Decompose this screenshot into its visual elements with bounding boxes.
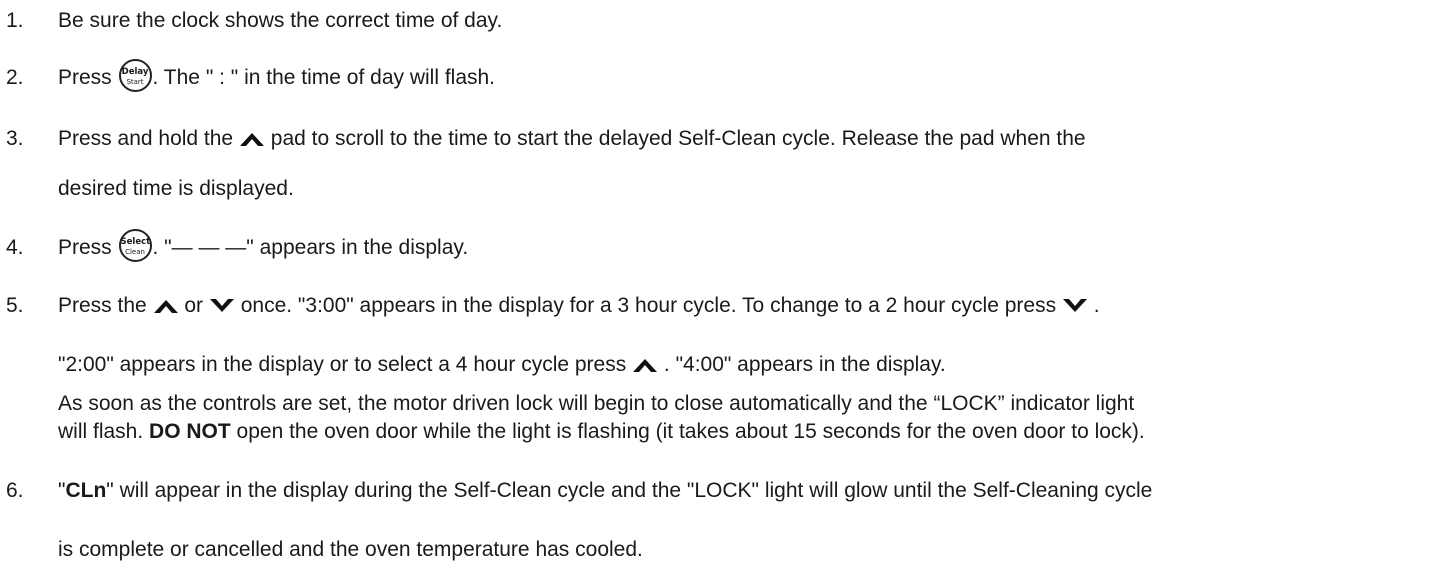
chevron-up-icon	[239, 133, 264, 147]
step-text-part: "2:00" appears in the display or to sele…	[58, 353, 633, 376]
step-text-part: . "4:00" appears in the display.	[658, 353, 946, 376]
step-text-part: once. "3:00" appears in the display for …	[234, 294, 1062, 317]
delay-start-button-icon: Delay Start	[118, 59, 152, 92]
step-text-part: . The " : " in the time of day will flas…	[152, 66, 496, 90]
step-text: Be sure the clock shows the correct time…	[58, 9, 503, 32]
chevron-up-icon	[633, 359, 658, 373]
select-clean-button-icon: Select Clean	[118, 229, 152, 262]
step-text-part: or	[178, 294, 209, 317]
step-text-part: will flash.	[58, 420, 150, 443]
step-text-part: Press the	[58, 294, 153, 317]
step-number: 6.	[6, 479, 24, 502]
step-text-part: open the oven door while the light is fl…	[230, 420, 1145, 443]
step-text-part: pad to scroll to the time to start the d…	[264, 127, 1086, 150]
step-number: 5.	[6, 294, 24, 317]
chevron-down-icon	[209, 299, 234, 313]
icon-label: Delay	[121, 67, 149, 77]
warning-text: DO NOT	[149, 420, 231, 443]
step-text: Press Select Clean. "— — —" appears in th…	[58, 229, 469, 262]
step-text-part: Press	[58, 236, 118, 260]
step-5-line-3: As soon as the controls are set, the mot…	[58, 392, 1135, 415]
step-number: 2.	[6, 66, 24, 89]
chevron-up-icon	[153, 300, 178, 314]
step-5-line-4: will flash. DO NOT open the oven door wh…	[58, 419, 1145, 445]
step-text-part: Press	[58, 66, 118, 90]
step-6-continuation: is complete or cancelled and the oven te…	[58, 538, 643, 561]
icon-label: Select	[120, 237, 151, 247]
step-text: Press the or once. "3:00" appears in the…	[58, 293, 1100, 319]
step-text-part: .	[1087, 294, 1100, 317]
step-5-line-2: "2:00" appears in the display or to sele…	[58, 352, 946, 378]
step-number: 1.	[6, 9, 24, 32]
chevron-down-icon	[1062, 299, 1087, 313]
display-code: CLn	[65, 479, 107, 502]
step-text-part: Press and hold the	[58, 127, 239, 150]
icon-label: Clean	[125, 248, 145, 256]
step-text: "CLn" will appear in the display during …	[58, 478, 1152, 504]
step-text: Press Delay Start. The " : " in the time …	[58, 59, 496, 92]
step-text-part: " will appear in the display during the …	[106, 479, 1153, 502]
step-text-part: . "— — —" appears in the display.	[152, 236, 469, 260]
step-number: 3.	[6, 127, 24, 150]
step-number: 4.	[6, 236, 24, 259]
step-text: Press and hold the pad to scroll to the …	[58, 126, 1086, 152]
icon-label: Start	[126, 78, 144, 86]
step-3-continuation: desired time is displayed.	[58, 177, 294, 200]
